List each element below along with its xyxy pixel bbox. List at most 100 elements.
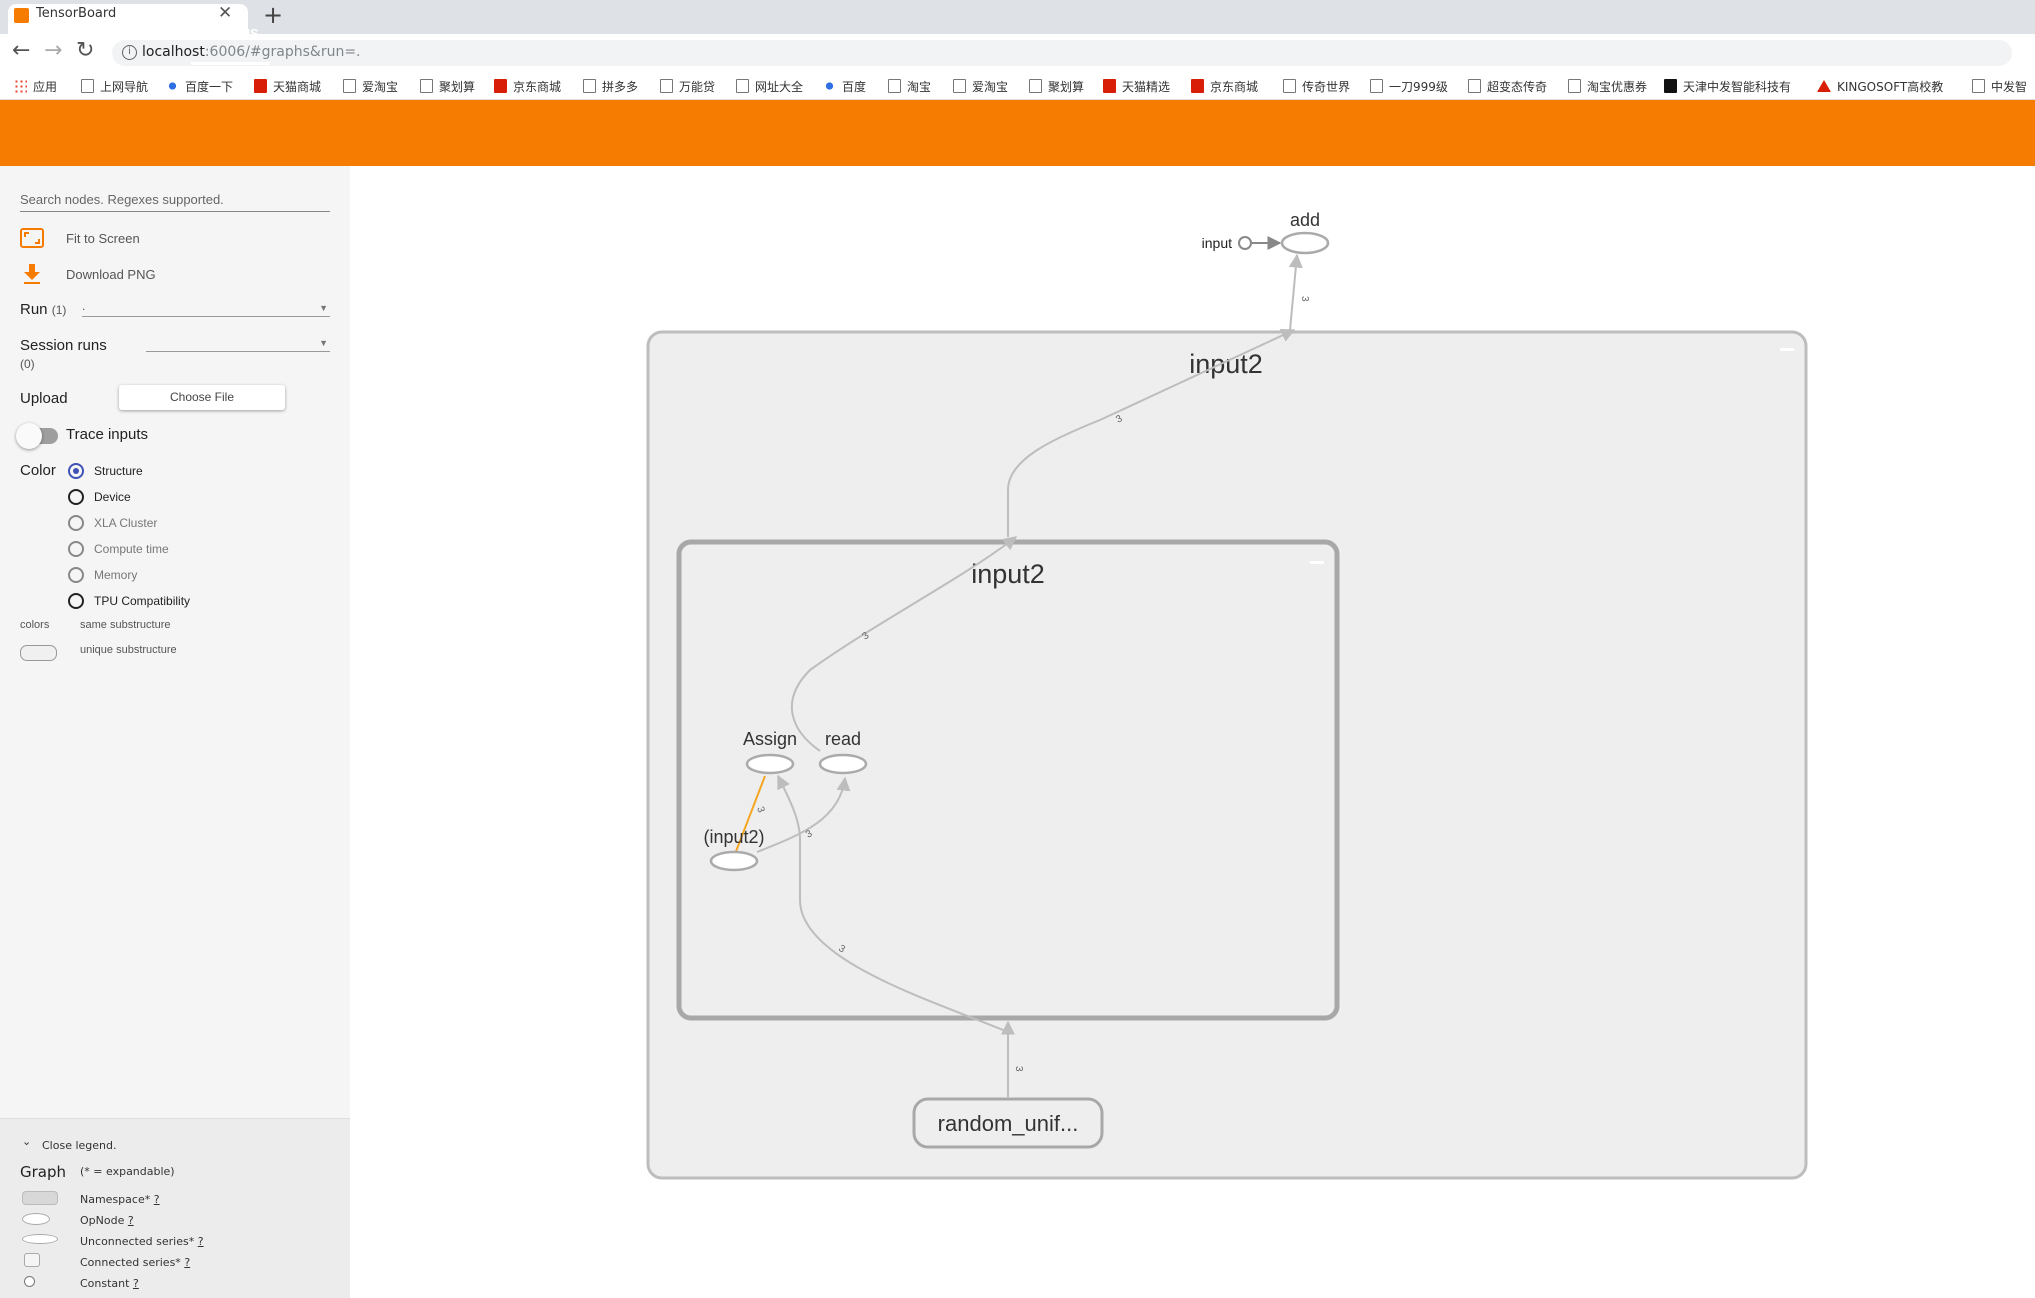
tab-close-icon[interactable]: ✕ <box>218 3 232 23</box>
download-icon[interactable] <box>22 263 42 285</box>
run-label-wrap: Run (1) <box>20 301 66 318</box>
color-option-structure[interactable]: Structure <box>94 464 143 478</box>
legend-constant: Constant ? <box>80 1277 139 1290</box>
radio-xla-cluster[interactable] <box>68 515 84 531</box>
radio-compute-time[interactable] <box>68 541 84 557</box>
bookmark-label: 网址大全 <box>755 79 804 94</box>
brand-title[interactable]: TensorBoard <box>26 22 143 44</box>
bookmark-label: 传奇世界 <box>1302 79 1351 94</box>
bookmark-item[interactable]: KINGOSOFT高校教 <box>1817 77 1943 95</box>
bookmark-label: 淘宝优惠券 <box>1587 79 1648 94</box>
node-add[interactable] <box>1280 231 1330 255</box>
bookmark-item[interactable]: 淘宝优惠券 <box>1568 77 1647 95</box>
help-link[interactable]: ? <box>128 1214 134 1227</box>
bookmark-label: 拼多多 <box>602 79 639 94</box>
radio-structure[interactable] <box>68 463 84 479</box>
address-text: localhost:6006/#graphs&run=. <box>142 44 361 60</box>
trace-inputs-label: Trace inputs <box>66 426 148 443</box>
bookmark-item[interactable]: 聚划算 <box>1029 77 1084 95</box>
page-icon <box>736 79 749 93</box>
bookmark-item[interactable]: 聚划算 <box>420 77 475 95</box>
same-substructure-label: same substructure <box>80 619 171 631</box>
node-read[interactable] <box>818 753 868 775</box>
node-input2-var[interactable] <box>709 850 759 872</box>
bookmark-item[interactable]: 天津中发智能科技有 <box>1664 77 1791 95</box>
bookmark-item[interactable]: 爱淘宝 <box>343 77 398 95</box>
graph-canvas[interactable]: input2 input2 3 3 3 3 3 3 3 add input As… <box>350 169 2035 1298</box>
bookmark-item[interactable]: 百度 <box>823 77 866 95</box>
help-link[interactable]: ? <box>154 1193 160 1206</box>
run-count: (1) <box>51 303 67 317</box>
color-option-xla-cluster[interactable]: XLA Cluster <box>94 516 157 530</box>
legend-opnode: OpNode ? <box>80 1214 134 1227</box>
bookmark-item[interactable]: 上网导航 <box>81 77 148 95</box>
tmall-icon <box>254 79 267 93</box>
color-option-device[interactable]: Device <box>94 490 131 504</box>
bookmark-item[interactable]: 天猫商城 <box>254 77 321 95</box>
bookmark-item[interactable]: 爱淘宝 <box>953 77 1008 95</box>
bookmark-item[interactable]: 百度一下 <box>166 77 233 95</box>
collapse-icon[interactable] <box>1310 561 1324 564</box>
bookmark-label: KINGOSOFT高校教 <box>1837 79 1944 94</box>
color-option-compute-time[interactable]: Compute time <box>94 542 169 556</box>
bookmark-label: 聚划算 <box>439 79 476 94</box>
fit-to-screen-button[interactable]: Fit to Screen <box>66 231 140 246</box>
help-link[interactable]: ? <box>184 1256 190 1269</box>
edge-label: 3 <box>1013 1066 1024 1072</box>
new-tab-icon[interactable]: + <box>263 1 283 29</box>
tmall-icon <box>1103 79 1116 93</box>
company-icon <box>1664 79 1677 93</box>
namespace-input2-inner[interactable] <box>676 539 1340 1021</box>
bookmark-item[interactable]: 网址大全 <box>736 77 803 95</box>
page-icon <box>660 79 673 93</box>
bookmark-item[interactable]: 拼多多 <box>583 77 638 95</box>
bookmark-item[interactable]: 淘宝 <box>888 77 931 95</box>
bookmark-item[interactable]: 天猫精选 <box>1103 77 1170 95</box>
radio-device[interactable] <box>68 489 84 505</box>
bookmark-item[interactable]: 万能贷 <box>660 77 715 95</box>
close-legend-button[interactable]: Close legend. <box>42 1139 117 1152</box>
address-path: :6006/#graphs&run=. <box>204 44 361 60</box>
radio-memory[interactable] <box>68 567 84 583</box>
search-input[interactable]: Search nodes. Regexes supported. <box>20 192 330 212</box>
session-runs-select[interactable]: ▼ <box>146 334 330 352</box>
bookmark-item[interactable]: 中发智 <box>1972 77 2027 95</box>
bookmark-apps[interactable]: 应用 <box>14 77 57 95</box>
node-assign-label: Assign <box>743 729 797 749</box>
bookmark-item[interactable]: 京东商城 <box>1191 77 1258 95</box>
node-input[interactable] <box>1238 236 1252 250</box>
connected-series-swatch <box>24 1253 40 1267</box>
address-bar[interactable]: i localhost:6006/#graphs&run=. <box>112 40 2012 66</box>
bookmark-label: 上网导航 <box>100 79 149 94</box>
fit-to-screen-icon[interactable] <box>20 228 44 248</box>
tab-title: TensorBoard <box>36 6 117 21</box>
bookmark-label: 天猫商城 <box>273 79 322 94</box>
radio-tpu-compatibility[interactable] <box>68 593 84 609</box>
bookmark-item[interactable]: 传奇世界 <box>1283 77 1350 95</box>
bookmark-label: 爱淘宝 <box>972 79 1009 94</box>
page-icon <box>1370 79 1383 93</box>
page-icon <box>953 79 966 93</box>
node-assign[interactable] <box>745 753 795 775</box>
chevron-down-icon[interactable]: ⌄ <box>22 1135 31 1148</box>
help-link[interactable]: ? <box>198 1235 204 1248</box>
collapse-icon[interactable] <box>1780 348 1794 351</box>
bookmark-item[interactable]: 一刀999级 <box>1370 77 1448 95</box>
page-icon <box>1568 79 1581 93</box>
run-select[interactable]: . ▼ <box>82 299 330 317</box>
bookmark-label: 万能贷 <box>679 79 716 94</box>
tab-graphs[interactable]: GRAPHS <box>192 26 270 41</box>
color-option-tpu-compatibility[interactable]: TPU Compatibility <box>94 594 190 608</box>
choose-file-button[interactable]: Choose File <box>119 385 285 410</box>
info-icon[interactable]: i <box>122 45 137 60</box>
node-input2-var-label: (input2) <box>703 827 764 847</box>
download-png-button[interactable]: Download PNG <box>66 267 156 282</box>
session-runs-label: Session runs <box>20 337 107 354</box>
color-option-memory[interactable]: Memory <box>94 568 137 582</box>
bookmark-item[interactable]: 超变态传奇 <box>1468 77 1547 95</box>
apps-grid-icon <box>14 79 27 93</box>
bookmark-item[interactable]: 京东商城 <box>494 77 561 95</box>
pinduoduo-icon <box>583 79 596 93</box>
help-link[interactable]: ? <box>133 1277 139 1290</box>
toggle-knob[interactable] <box>16 423 42 449</box>
